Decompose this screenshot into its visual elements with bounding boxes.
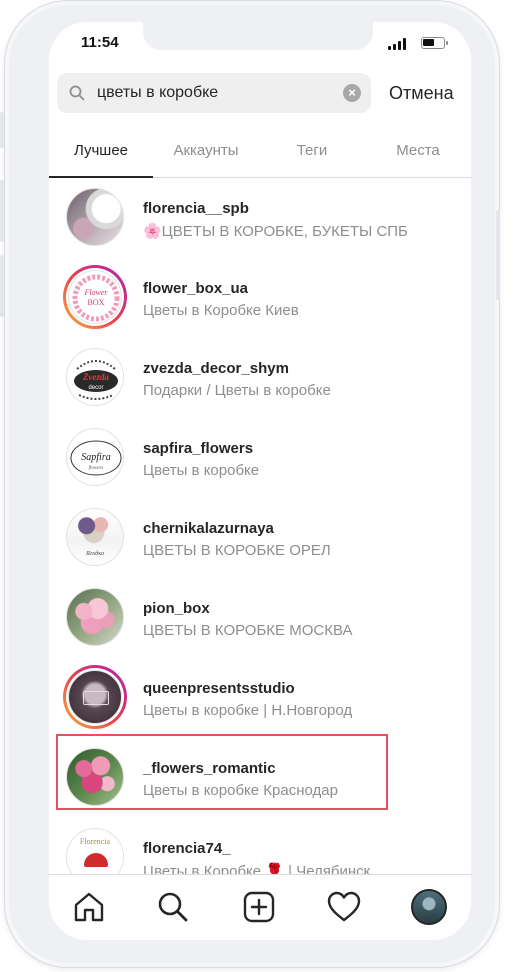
result-subtitle: Цветы в коробке xyxy=(143,462,260,479)
bottom-nav xyxy=(49,874,471,940)
avatar xyxy=(63,585,127,649)
result-subtitle: ЦВЕТЫ В КОРОБКЕ МОСКВА xyxy=(143,622,353,639)
avatar: Zvezda decor xyxy=(63,345,127,409)
search-query: цветы в коробке xyxy=(97,84,219,101)
clear-search-icon[interactable]: × xyxy=(343,84,361,102)
sapfira-logo: Sapfira flowers xyxy=(70,440,122,476)
result-subtitle: Цветы в коробке | Н.Новгород xyxy=(143,702,353,719)
app-screen: 11:54 цветы в коробке × Отмена Лучшее Ак… xyxy=(49,22,471,940)
result-username: zvezda_decor_shym xyxy=(143,360,289,377)
result-subtitle: 🌸ЦВЕТЫ В КОРОБКЕ, БУКЕТЫ СПБ xyxy=(143,223,408,240)
tab-top[interactable]: Лучшее xyxy=(49,123,153,178)
logo-text: Zvezda xyxy=(82,372,109,382)
result-subtitle: Цветы в Коробке Киев xyxy=(143,302,299,319)
result-username: flower_box_ua xyxy=(143,280,249,297)
result-row[interactable]: pion_box ЦВЕТЫ В КОРОБКЕ МОСКВА xyxy=(49,578,471,658)
logo-text: Flower xyxy=(83,288,108,297)
heart-icon[interactable] xyxy=(326,889,362,925)
result-row[interactable]: florencia__spb 🌸ЦВЕТЫ В КОРОБКЕ, БУКЕТЫ … xyxy=(49,178,471,258)
avatar-story-ring xyxy=(63,665,127,729)
result-username: chernikalazurnaya xyxy=(143,520,274,537)
result-subtitle: ЦВЕТЫ В КОРОБКЕ ОРЕЛ xyxy=(143,542,331,559)
avatar: Ягодка xyxy=(63,505,127,569)
add-post-icon[interactable] xyxy=(241,889,277,925)
avatar-story-ring: Flower BOX xyxy=(63,265,127,329)
status-time: 11:54 xyxy=(81,34,119,51)
tab-tags[interactable]: Теги xyxy=(259,123,365,177)
phone-side-button xyxy=(0,255,4,317)
battery-icon xyxy=(421,37,448,49)
logo-text: flowers xyxy=(89,466,104,471)
cancel-button[interactable]: Отмена xyxy=(389,83,454,104)
profile-avatar[interactable] xyxy=(411,889,447,925)
phone-side-button xyxy=(0,180,4,242)
result-username: queenpresentsstudio xyxy=(143,680,295,697)
search-tabs: Лучшее Аккаунты Теги Места xyxy=(49,123,471,178)
search-icon xyxy=(69,85,85,101)
result-username: pion_box xyxy=(143,600,210,617)
avatar: Sapfira flowers xyxy=(63,425,127,489)
avatar xyxy=(63,185,127,249)
notch xyxy=(143,22,373,50)
result-username: sapfira_flowers xyxy=(143,440,254,457)
result-username: florencia__spb xyxy=(143,200,249,217)
highlight-box xyxy=(56,734,388,810)
logo-text: BOX xyxy=(88,298,105,307)
result-row[interactable]: Sapfira flowers sapfira_flowers Цветы в … xyxy=(49,418,471,498)
result-username: florencia74_ xyxy=(143,840,231,857)
phone-side-button xyxy=(496,210,500,300)
zvezda-logo: Zvezda decor xyxy=(74,360,118,400)
search-input[interactable]: цветы в коробке × xyxy=(57,73,371,113)
result-row[interactable]: queenpresentsstudio Цветы в коробке | Н.… xyxy=(49,658,471,738)
home-icon[interactable] xyxy=(71,889,107,925)
result-row[interactable]: Ягодка chernikalazurnaya ЦВЕТЫ В КОРОБКЕ… xyxy=(49,498,471,578)
tab-accounts[interactable]: Аккаунты xyxy=(153,123,259,177)
phone-side-button xyxy=(0,112,4,148)
signal-icon xyxy=(388,38,406,50)
search-row: цветы в коробке × Отмена xyxy=(49,72,471,116)
logo-text: Florencia xyxy=(79,837,111,846)
search-icon[interactable] xyxy=(155,889,191,925)
tab-places[interactable]: Места xyxy=(365,123,471,177)
logo-text: Sapfira xyxy=(81,452,110,463)
result-subtitle: Подарки / Цветы в коробке xyxy=(143,382,331,399)
logo-text: decor xyxy=(88,385,103,391)
result-row[interactable]: Zvezda decor zvezda_decor_shym Подарки /… xyxy=(49,338,471,418)
status-bar: 11:54 xyxy=(49,22,471,66)
result-row[interactable]: Flower BOX flower_box_ua Цветы в Коробке… xyxy=(49,258,471,338)
flower-box-logo: Flower BOX xyxy=(72,274,120,322)
